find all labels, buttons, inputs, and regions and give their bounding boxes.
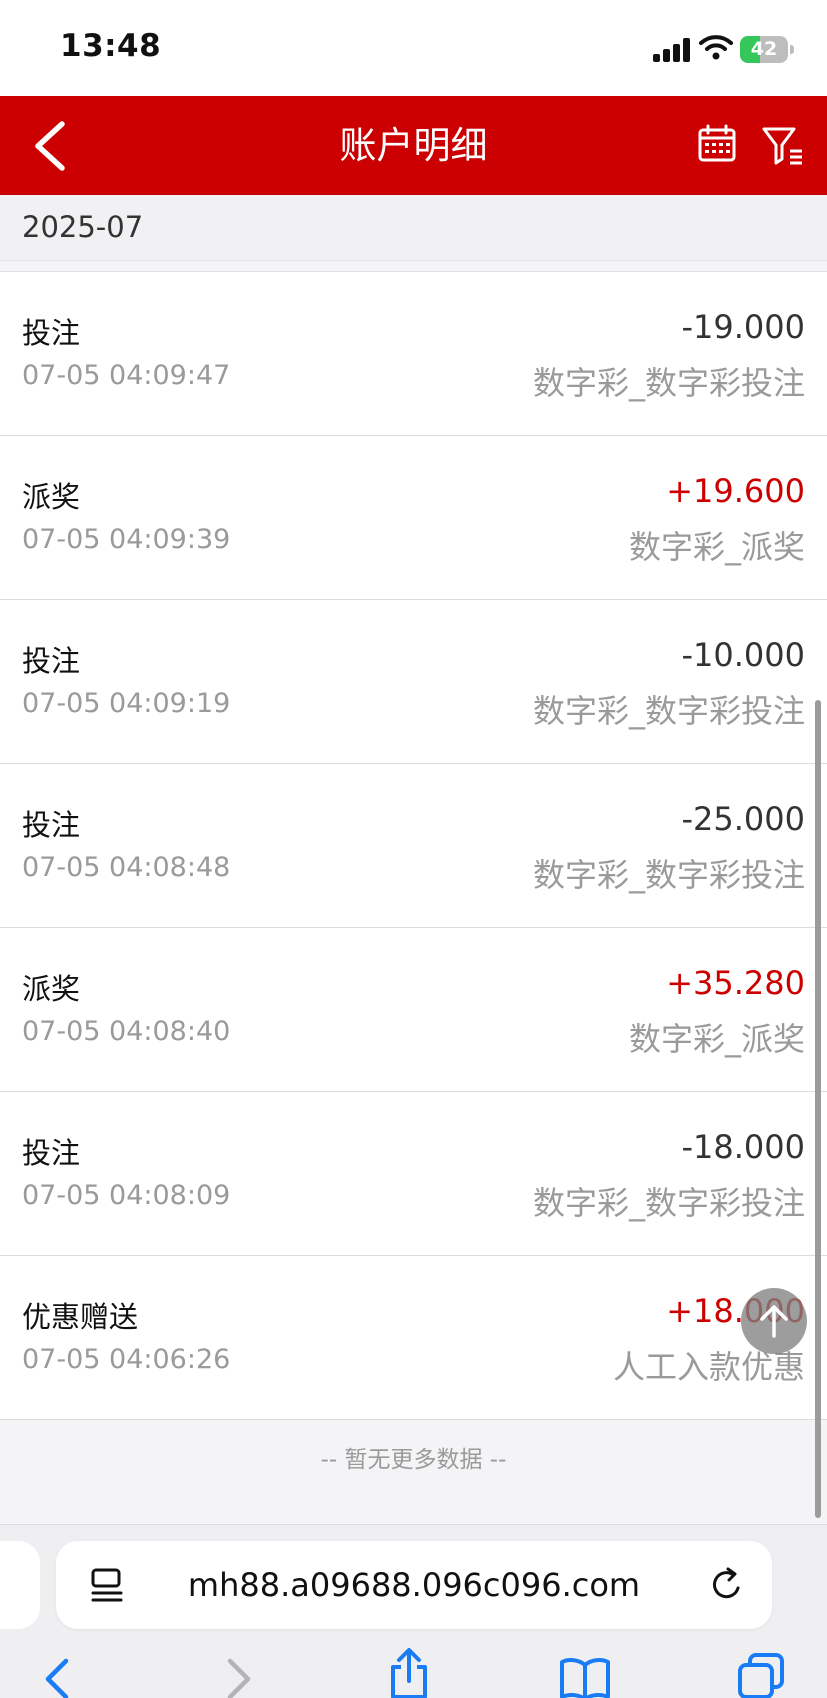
tabs-button[interactable] bbox=[736, 1651, 786, 1698]
page-menu-icon[interactable] bbox=[90, 1567, 124, 1603]
transaction-time: 07-05 04:09:19 bbox=[22, 688, 231, 719]
transaction-category: 数字彩_数字彩投注 bbox=[532, 1184, 805, 1222]
address-bar[interactable]: mh88.a09688.096c096.com bbox=[56, 1541, 772, 1629]
transaction-row[interactable]: 投注 07-05 04:09:47 -19.000 数字彩_数字彩投注 bbox=[0, 272, 827, 436]
calendar-icon bbox=[698, 124, 736, 162]
app-header: 账户明细 bbox=[0, 96, 827, 195]
transaction-amount: +35.280 bbox=[666, 964, 805, 1002]
browser-forward-button[interactable] bbox=[218, 1657, 258, 1698]
back-icon bbox=[45, 1658, 69, 1698]
transaction-time: 07-05 04:08:40 bbox=[22, 1016, 231, 1047]
share-button[interactable] bbox=[387, 1647, 431, 1698]
transaction-category: 数字彩_数字彩投注 bbox=[532, 856, 805, 894]
transaction-type: 投注 bbox=[22, 316, 81, 350]
screen: 13:48 42 账户明细 2025-07 投注 07-05 04:09:47 … bbox=[0, 0, 827, 1698]
month-label: 2025-07 bbox=[22, 210, 144, 244]
browser-back-button[interactable] bbox=[38, 1657, 78, 1698]
transaction-time: 07-05 04:08:09 bbox=[22, 1180, 231, 1211]
transaction-row[interactable]: 派奖 07-05 04:08:40 +35.280 数字彩_派奖 bbox=[0, 928, 827, 1092]
transaction-type: 投注 bbox=[22, 808, 81, 842]
url-text: mh88.a09688.096c096.com bbox=[187, 1566, 641, 1604]
reload-icon[interactable] bbox=[708, 1566, 746, 1604]
transaction-category: 数字彩_派奖 bbox=[628, 528, 805, 566]
transaction-category: 数字彩_数字彩投注 bbox=[532, 692, 805, 730]
transaction-type: 投注 bbox=[22, 644, 81, 678]
back-chevron-icon bbox=[35, 121, 65, 171]
list-divider bbox=[0, 261, 827, 272]
battery-icon: 42 bbox=[740, 36, 794, 63]
transaction-type: 派奖 bbox=[22, 972, 81, 1006]
previous-tab-preview[interactable] bbox=[0, 1541, 40, 1629]
transaction-row[interactable]: 投注 07-05 04:08:09 -18.000 数字彩_数字彩投注 bbox=[0, 1092, 827, 1256]
no-more-data-text: -- 暂无更多数据 -- bbox=[320, 1447, 507, 1473]
tabs-icon bbox=[738, 1653, 784, 1698]
forward-icon bbox=[227, 1658, 251, 1698]
transaction-type: 优惠赠送 bbox=[22, 1300, 139, 1334]
share-icon bbox=[391, 1648, 427, 1698]
transaction-row[interactable]: 优惠赠送 07-05 04:06:26 +18.000 人工入款优惠 bbox=[0, 1256, 827, 1420]
month-header: 2025-07 bbox=[0, 195, 827, 261]
filter-icon bbox=[762, 127, 802, 165]
status-bar: 13:48 42 bbox=[0, 0, 827, 96]
transaction-row[interactable]: 投注 07-05 04:08:48 -25.000 数字彩_数字彩投注 bbox=[0, 764, 827, 928]
transaction-category: 数字彩_派奖 bbox=[628, 1020, 805, 1058]
transaction-list: 投注 07-05 04:09:47 -19.000 数字彩_数字彩投注 派奖 0… bbox=[0, 272, 827, 1420]
filter-button[interactable] bbox=[760, 121, 808, 169]
transaction-amount: -19.000 bbox=[681, 308, 805, 346]
transaction-category: 数字彩_数字彩投注 bbox=[532, 364, 805, 402]
transaction-row[interactable]: 派奖 07-05 04:09:39 +19.600 数字彩_派奖 bbox=[0, 436, 827, 600]
bookmarks-icon bbox=[560, 1658, 610, 1698]
browser-toolbar: mh88.a09688.096c096.com bbox=[0, 1524, 827, 1698]
transaction-time: 07-05 04:06:26 bbox=[22, 1344, 231, 1375]
transaction-time: 07-05 04:09:39 bbox=[22, 524, 231, 555]
arrow-up-icon bbox=[760, 1305, 788, 1338]
transaction-row[interactable]: 投注 07-05 04:09:19 -10.000 数字彩_数字彩投注 bbox=[0, 600, 827, 764]
calendar-button[interactable] bbox=[694, 121, 742, 169]
transaction-amount: -10.000 bbox=[681, 636, 805, 674]
transaction-type: 投注 bbox=[22, 1136, 81, 1170]
status-time: 13:48 bbox=[60, 28, 162, 64]
back-to-top-button[interactable] bbox=[741, 1288, 807, 1354]
bookmarks-button[interactable] bbox=[558, 1655, 612, 1698]
wifi-icon bbox=[699, 35, 733, 60]
transaction-amount: -18.000 bbox=[681, 1128, 805, 1166]
transaction-time: 07-05 04:08:48 bbox=[22, 852, 231, 883]
back-button[interactable] bbox=[26, 116, 82, 176]
transaction-time: 07-05 04:09:47 bbox=[22, 360, 231, 391]
transaction-type: 派奖 bbox=[22, 480, 81, 514]
transaction-amount: -25.000 bbox=[681, 800, 805, 838]
signal-icon bbox=[653, 38, 691, 62]
transaction-amount: +19.600 bbox=[666, 472, 805, 510]
scrollbar[interactable] bbox=[815, 700, 821, 1518]
battery-percent: 42 bbox=[750, 38, 778, 60]
